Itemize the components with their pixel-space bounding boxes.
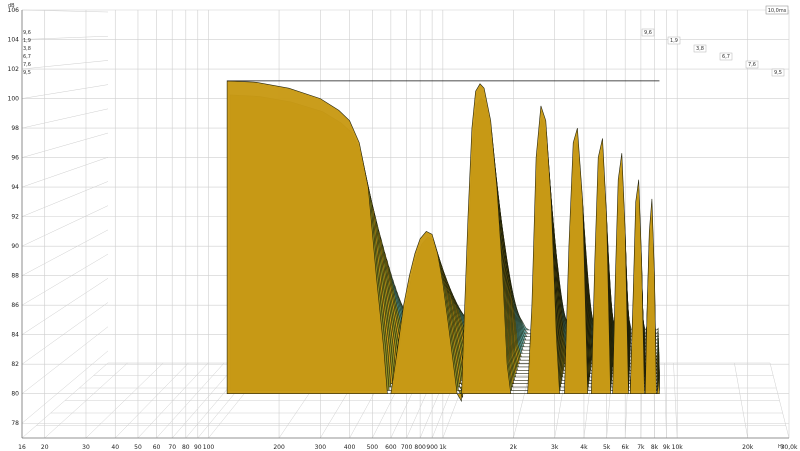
x-tick-label: 90 <box>194 444 202 451</box>
x-tick-label: 1k <box>439 444 447 451</box>
time-tick-left: 1,9 <box>23 38 31 44</box>
x-tick-label: 300 <box>315 444 327 451</box>
y-tick-label: 96 <box>11 155 19 162</box>
time-tick-right: 9,6 <box>644 30 652 36</box>
x-tick-label: 500 <box>367 444 379 451</box>
y-tick-label: 90 <box>11 243 19 250</box>
x-tick-label: 20k <box>742 444 754 451</box>
x-tick-label: 400 <box>344 444 356 451</box>
y-tick-label: 82 <box>11 361 19 368</box>
x-tick-label: 30 <box>82 444 90 451</box>
x-tick-label: 80 <box>182 444 190 451</box>
time-tick-left: 3,8 <box>23 46 31 52</box>
y-tick-label: 86 <box>11 302 19 309</box>
x-tick-label: 200 <box>273 444 285 451</box>
x-tick-label: 100 <box>203 444 215 451</box>
x-tick-label: 900 <box>426 444 438 451</box>
y-tick-label: 88 <box>11 273 19 280</box>
y-tick-label: 94 <box>11 184 19 191</box>
y-tick-label: 78 <box>11 420 19 427</box>
x-tick-label: 60 <box>153 444 161 451</box>
x-tick-label: 16 <box>18 444 26 451</box>
x-tick-label: 3k <box>551 444 559 451</box>
x-tick-label: 20 <box>41 444 49 451</box>
x-tick-label: 6k <box>622 444 630 451</box>
x-tick-label: 50 <box>134 444 142 451</box>
x-tick-label: 40 <box>111 444 119 451</box>
x-unit-suffix: Hz <box>778 444 785 450</box>
x-tick-label: 700 <box>401 444 413 451</box>
time-tick-left: 9,5 <box>23 70 31 76</box>
time-tick-right: 6,7 <box>722 54 730 60</box>
time-tick-left: 6,7 <box>23 54 31 60</box>
y-tick-label: 84 <box>11 332 19 339</box>
time-unit-label: 10,0ms <box>768 8 787 14</box>
y-tick-label: 104 <box>8 37 20 44</box>
time-tick-right: 9,5 <box>774 70 782 76</box>
x-tick-label: 800 <box>414 444 426 451</box>
time-tick-right: 1,9 <box>670 38 678 44</box>
y-tick-label: 92 <box>11 214 19 221</box>
x-tick-label: 9k <box>663 444 671 451</box>
time-tick-right: 3,8 <box>696 46 704 52</box>
waterfall-plot: 106104102100989694929088868482807816 20 30… <box>0 0 800 451</box>
x-tick-label: 4k <box>580 444 588 451</box>
y-tick-label: 100 <box>8 96 20 103</box>
x-tick-label: 2k <box>510 444 518 451</box>
x-tick-label: 600 <box>385 444 397 451</box>
y-tick-label: 98 <box>11 125 19 132</box>
x-tick-label: 7k <box>637 444 645 451</box>
x-tick-label: 10k <box>672 444 684 451</box>
time-tick-left: 9,6 <box>23 30 31 36</box>
x-tick-label: 8k <box>651 444 659 451</box>
time-tick-left: 7,6 <box>23 62 31 68</box>
y-tick-label: 102 <box>8 66 20 73</box>
x-tick-label: 70 <box>168 444 176 451</box>
y-tick-label: 80 <box>11 391 19 398</box>
y-unit-label: dB <box>8 3 15 9</box>
x-tick-label: 5k <box>603 444 611 451</box>
time-tick-right: 7,6 <box>748 62 756 68</box>
